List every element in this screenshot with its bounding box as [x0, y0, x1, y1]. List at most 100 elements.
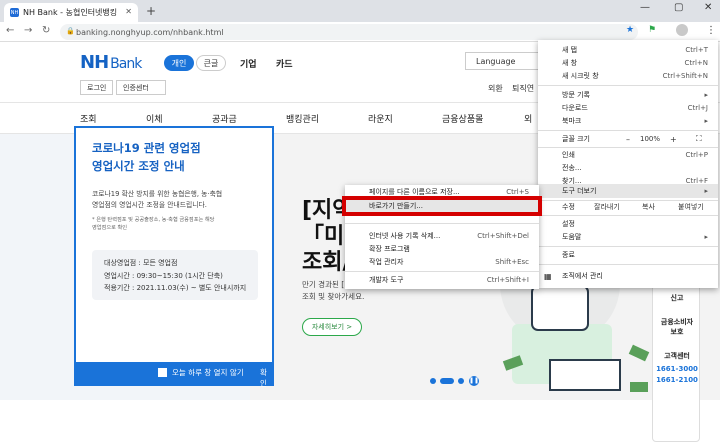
menu-managed[interactable]: ▦ 조직에서 관리	[538, 269, 718, 283]
menu-separator	[538, 264, 718, 265]
quick-sidebar: 신고 금융소비자 보호 고객센터 1661-3000 1661-2100	[652, 272, 700, 442]
sidebar-phone-1[interactable]: 1661-3000	[653, 365, 701, 373]
popup-box-line2: 영업시간 : 09:30~15:30 (1시간 단축)	[104, 272, 223, 280]
menu-separator	[538, 85, 718, 86]
extension-icon[interactable]: ⚑	[648, 25, 656, 35]
submenu-extensions[interactable]: 확장 프로그램	[345, 242, 539, 256]
menu-edit: 수정 잘라내기 복사 붙여넣기	[562, 202, 704, 212]
menu-separator	[538, 130, 718, 131]
nav-transfer[interactable]: 이체	[146, 112, 163, 125]
zoom-level: 100%	[640, 135, 661, 143]
tab-title: NH Bank - 농협인터넷뱅킹	[23, 8, 118, 17]
fullscreen-icon[interactable]: ⛶	[696, 134, 702, 144]
menu-zoom: 글꼴 크기 – 100% + ⛶	[562, 134, 702, 144]
zoom-out-button[interactable]: –	[626, 135, 630, 144]
chrome-menu-icon[interactable]: ⋮	[706, 25, 716, 36]
tab-personal[interactable]: 개인	[164, 55, 194, 71]
submenu-task-manager[interactable]: 작업 관리자 Shift+Esc	[345, 255, 539, 269]
submenu-dev-tools[interactable]: 개발자 도구 Ctrl+Shift+I	[345, 273, 539, 287]
submenu-clear-data[interactable]: 인터넷 사용 기록 삭제... Ctrl+Shift+Del	[345, 229, 539, 243]
hero-more-button[interactable]: 자세히보기 >	[302, 318, 362, 336]
building-icon: ▦	[544, 271, 552, 281]
menu-exit[interactable]: 종료	[538, 248, 718, 262]
menu-separator	[345, 271, 539, 272]
popup-box-line3: 적용기간 : 2021.11.03(수) ~ 별도 안내시까지	[104, 284, 247, 292]
dont-show-label[interactable]: 오늘 하루 창 열지 않기	[172, 367, 244, 378]
menu-separator	[538, 246, 718, 247]
popup-note-line2: 영업점으로 확인	[92, 225, 128, 231]
nav-banking-mgmt[interactable]: 뱅킹관리	[286, 112, 319, 125]
menu-downloads[interactable]: 다운로드 Ctrl+J	[538, 101, 718, 115]
nav-forex[interactable]: 외	[524, 112, 532, 125]
popup-title-line2: 영업시간 조정 안내	[92, 159, 185, 173]
nav-inquiry[interactable]: 조회	[80, 112, 97, 125]
zoom-in-button[interactable]: +	[670, 135, 677, 144]
close-window-button[interactable]: ✕	[704, 2, 712, 13]
tab-close-icon[interactable]: ✕	[125, 7, 132, 16]
sidebar-report[interactable]: 신고	[653, 293, 701, 303]
url-text: banking.nonghyup.com/nhbank.html	[76, 27, 224, 37]
popup-confirm-button[interactable]: 확인	[260, 367, 272, 389]
toolbar: ← → ↻ 🔒 banking.nonghyup.com/nhbank.html…	[0, 22, 720, 42]
menu-help[interactable]: 도움말 ▸	[538, 230, 718, 244]
lock-icon: 🔒	[66, 27, 75, 35]
menu-new-window[interactable]: 새 창 Ctrl+N	[538, 56, 718, 70]
sidebar-phone-2[interactable]: 1661-2100	[653, 376, 701, 384]
popup-body-line2: 영업점의 영업시간 조정을 안내드립니다.	[92, 201, 207, 209]
menu-bookmarks[interactable]: 북마크 ▸	[538, 114, 718, 128]
tab-strip: NH NH Bank - 농협인터넷뱅킹 ✕ + — ▢ ✕	[0, 0, 720, 22]
maximize-button[interactable]: ▢	[674, 2, 683, 13]
dont-show-checkbox[interactable]	[158, 368, 167, 377]
menu-incognito[interactable]: 새 시크릿 창 Ctrl+Shift+N	[538, 69, 718, 83]
tab-large-text[interactable]: 큰글	[196, 55, 226, 71]
menu-print[interactable]: 인쇄 Ctrl+P	[538, 148, 718, 162]
menu-separator	[538, 215, 718, 216]
popup-title-line1: 코로나19 관련 영업점	[92, 141, 201, 155]
popup-info-box: 대상영업점 : 모든 영업점 영업시간 : 09:30~15:30 (1시간 단…	[92, 250, 258, 300]
slider-dot-active[interactable]	[440, 378, 454, 384]
sidebar-consumer-2[interactable]: 보호	[653, 327, 701, 337]
nav-lounge[interactable]: 라운지	[368, 112, 393, 125]
bookmark-star-icon[interactable]: ★	[626, 25, 634, 35]
login-button[interactable]: 로그인	[80, 80, 114, 95]
notice-popup: 코로나19 관련 영업점 영업시간 조정 안내 코로나19 확산 방지를 위한 …	[74, 126, 274, 388]
link-forex[interactable]: 외환	[488, 83, 503, 94]
cert-center-button[interactable]: 인증센터	[116, 80, 166, 95]
menu-history[interactable]: 방문 기록 ▸	[538, 88, 718, 102]
new-tab-button[interactable]: +	[146, 4, 156, 18]
menu-separator	[345, 223, 539, 224]
slider-dot[interactable]	[458, 378, 464, 384]
language-select[interactable]: Language	[465, 52, 545, 70]
reload-icon[interactable]: ↻	[42, 25, 50, 36]
forward-icon[interactable]: →	[24, 25, 32, 36]
sidebar-customer-center[interactable]: 고객센터	[653, 351, 701, 361]
link-company[interactable]: 기업	[240, 57, 257, 70]
menu-cast[interactable]: 전송...	[538, 161, 718, 175]
hero-sub-line2: 조회 및 찾아가세요.	[302, 292, 365, 301]
slider-dot[interactable]	[430, 378, 436, 384]
menu-settings[interactable]: 설정	[538, 217, 718, 231]
tab-nh-bank[interactable]: NH NH Bank - 농협인터넷뱅킹 ✕	[4, 3, 138, 22]
nav-product-mall[interactable]: 금융상품몰	[442, 112, 483, 125]
more-tools-submenu: 페이지를 다른 이름으로 저장... Ctrl+S 바로가기 만들기... 인터넷…	[342, 185, 542, 289]
menu-new-tab[interactable]: 새 탭 Ctrl+T	[538, 43, 718, 57]
profile-avatar[interactable]	[676, 24, 688, 36]
copy-button[interactable]: 복사	[642, 202, 655, 212]
sidebar-consumer[interactable]: 금융소비자	[653, 317, 701, 327]
back-icon[interactable]: ←	[6, 25, 14, 36]
popup-footer: 오늘 하루 창 열지 않기 확인	[76, 362, 272, 388]
cut-button[interactable]: 잘라내기	[594, 202, 620, 212]
submenu-create-shortcut[interactable]: 바로가기 만들기...	[342, 196, 542, 216]
popup-box-line1: 대상영업점 : 모든 영업점	[104, 259, 178, 267]
menu-more-tools[interactable]: 도구 더보기 ▸	[538, 184, 718, 198]
slider-pause-icon[interactable]: ❚❚	[469, 376, 479, 386]
nh-bank-logo[interactable]: NH Bank	[80, 52, 142, 73]
address-bar[interactable]: 🔒 banking.nonghyup.com/nhbank.html	[60, 24, 638, 40]
paste-button[interactable]: 붙여넣기	[678, 202, 704, 212]
submenu-save-page[interactable]: 페이지를 다른 이름으로 저장... Ctrl+S	[345, 185, 539, 199]
popup-body-line1: 코로나19 확산 방지를 위한 농협은행, 농·축협	[92, 190, 223, 198]
nav-utility[interactable]: 공과금	[212, 112, 237, 125]
link-card[interactable]: 카드	[276, 57, 293, 70]
link-pension[interactable]: 퇴직연	[512, 83, 534, 94]
minimize-button[interactable]: —	[640, 2, 650, 13]
